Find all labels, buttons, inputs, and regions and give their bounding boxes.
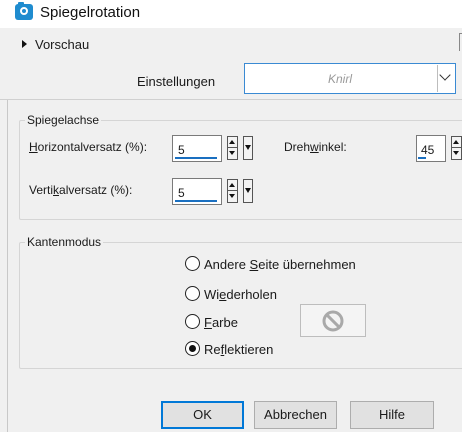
preview-toggle-label[interactable]: Vorschau (35, 37, 89, 52)
radio-reflect-label[interactable]: Reflektieren (204, 342, 273, 357)
vertical-offset-label: Vertikalversatz (%): (29, 183, 133, 197)
radio-other-side-label[interactable]: Andere Seite übernehmen (204, 257, 356, 272)
rotation-angle-value: 45 (421, 143, 435, 157)
cancel-button[interactable]: Abbrechen (254, 401, 337, 429)
edge-mode-legend: Kantenmodus (25, 235, 104, 249)
rotation-angle-label: Drehwinkel: (284, 140, 347, 154)
horizontal-offset-indicator (175, 157, 217, 159)
rotation-angle-stepper[interactable] (451, 136, 462, 160)
radio-repeat-label[interactable]: Wiederholen (204, 287, 277, 302)
radio-color[interactable] (185, 314, 200, 329)
radio-color-label[interactable]: Farbe (204, 315, 238, 330)
radio-repeat[interactable] (185, 286, 200, 301)
vertical-offset-value: 5 (178, 186, 185, 200)
rotation-angle-indicator (418, 157, 426, 159)
mirror-axis-group (19, 120, 462, 220)
window-title: Spiegelrotation (40, 4, 141, 21)
horizontal-offset-dropdown-arrow-icon[interactable] (243, 136, 253, 160)
vertical-offset-stepper[interactable] (227, 179, 238, 203)
divider (0, 99, 462, 100)
mirror-axis-legend: Spiegelachse (25, 113, 102, 127)
radio-reflect[interactable] (185, 341, 200, 356)
spin-down-icon[interactable] (452, 148, 461, 159)
horizontal-offset-stepper[interactable] (227, 136, 238, 160)
no-symbol-icon (322, 310, 344, 332)
expand-arrow-icon[interactable] (22, 40, 27, 48)
camera-icon (15, 2, 33, 20)
spin-up-icon[interactable] (228, 137, 237, 148)
help-button[interactable]: Hilfe (350, 401, 434, 429)
horizontal-offset-label: Horizontalversatz (%): (29, 140, 148, 154)
spin-up-icon[interactable] (452, 137, 461, 148)
radio-other-side[interactable] (185, 256, 200, 271)
spin-down-icon[interactable] (228, 148, 237, 159)
settings-label: Einstellungen (137, 74, 216, 89)
horizontal-offset-value: 5 (178, 143, 185, 157)
spin-down-icon[interactable] (228, 191, 237, 202)
settings-dropdown-value: Knirl (328, 72, 353, 86)
vertical-offset-indicator (175, 200, 217, 202)
vertical-offset-dropdown-arrow-icon[interactable] (243, 179, 253, 203)
ok-button[interactable]: OK (161, 401, 244, 429)
left-frame (0, 100, 8, 432)
spin-up-icon[interactable] (228, 180, 237, 191)
